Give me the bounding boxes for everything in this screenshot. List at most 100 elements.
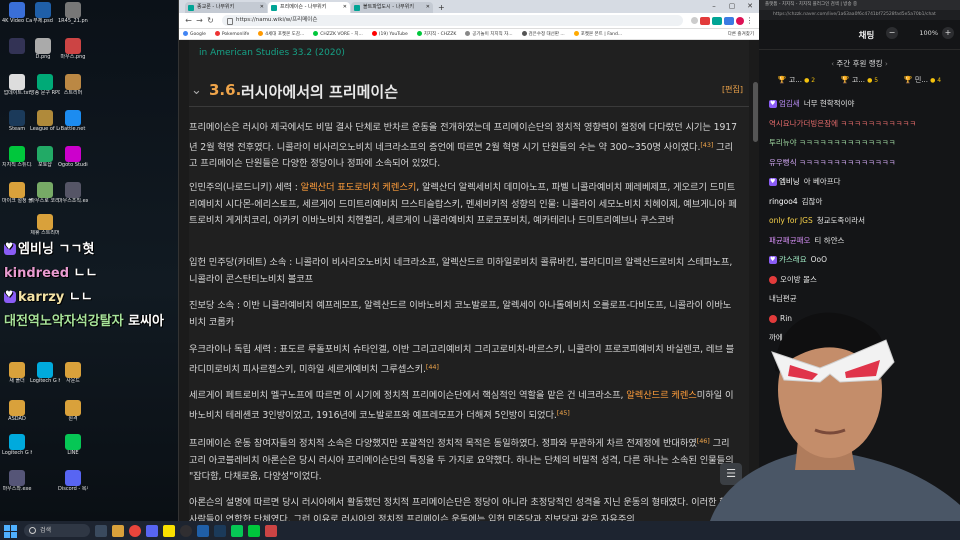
desktop-icon[interactable]: 마우스.png bbox=[58, 38, 88, 60]
chzzk-icon[interactable] bbox=[248, 524, 260, 537]
bookmark-item[interactable]: 공기놀이 치지직 자... bbox=[465, 31, 512, 37]
star-icon[interactable] bbox=[691, 17, 698, 24]
section-number[interactable]: 3.6. bbox=[209, 81, 241, 99]
back-arrow-icon[interactable]: ← bbox=[183, 16, 194, 25]
desktop-icon[interactable]: 새 폴더 bbox=[2, 362, 32, 384]
desktop-icon[interactable]: Discord - 복사본 bbox=[58, 470, 88, 492]
explorer-icon[interactable] bbox=[112, 524, 124, 537]
desktop-icon[interactable]: 마우스로 코리 bbox=[30, 182, 60, 204]
chat-nickname[interactable]: 엄김새 bbox=[779, 99, 800, 108]
bookmark-item[interactable]: 검은수정 대선판 ... bbox=[522, 31, 565, 37]
minimize-icon[interactable]: – bbox=[705, 0, 723, 13]
desktop-icon[interactable]: 제휴 스트리머 bbox=[30, 214, 60, 236]
chevron-left-icon[interactable]: ‹ bbox=[831, 60, 834, 68]
desktop-icon[interactable]: 무제.psd bbox=[28, 2, 58, 24]
desktop-icon[interactable]: 스트리머 bbox=[58, 74, 88, 96]
profile-icon[interactable] bbox=[736, 16, 744, 25]
ranking-entry[interactable]: 🏆 민... ● 4 bbox=[904, 75, 941, 85]
desktop-icon[interactable]: Battle.net bbox=[58, 110, 88, 132]
person-link[interactable]: 알렉산더 표도로비치 케렌스키 bbox=[301, 182, 417, 193]
desktop-icon[interactable]: 사운드 bbox=[58, 362, 88, 384]
extension-icon[interactable] bbox=[700, 16, 710, 25]
desktop-icon[interactable]: ASDAD bbox=[2, 400, 32, 422]
windows-start-icon[interactable] bbox=[4, 524, 18, 538]
desktop-icon[interactable]: 1R45_21.png bbox=[58, 2, 88, 24]
chat-browser-tab[interactable]: 플랫폼 - 치지직 - 치지직 플러그인 검색 | 방송 중 bbox=[759, 0, 960, 10]
close-tab-icon[interactable]: ✕ bbox=[343, 2, 347, 13]
taskbar-search-input[interactable]: 검색 bbox=[24, 524, 90, 537]
extension-icon[interactable] bbox=[724, 16, 734, 25]
desktop-icon[interactable]: 마우스좌.exe bbox=[2, 470, 32, 492]
desktop-icon[interactable]: 마우스조직.exe bbox=[58, 182, 88, 204]
url-field[interactable]: https://namu.wiki/w/프리메이슨 bbox=[222, 15, 683, 26]
desktop-icon[interactable]: Logitech G HUB bbox=[30, 362, 60, 384]
app-icon[interactable] bbox=[265, 524, 277, 537]
ranking-entry[interactable]: 🏆 고... ● 2 bbox=[778, 75, 815, 85]
taskview-icon[interactable] bbox=[95, 524, 107, 537]
new-tab-button[interactable]: + bbox=[434, 2, 449, 13]
line-icon[interactable] bbox=[231, 524, 243, 537]
chat-nickname[interactable]: 캬스래요 bbox=[779, 255, 807, 264]
discord-icon[interactable] bbox=[146, 524, 158, 537]
desktop-icon[interactable]: Logitech G HUB bbox=[2, 434, 32, 456]
text: 인민주의(나로드니키) 세력 : bbox=[189, 182, 301, 193]
other-bookmarks-folder[interactable]: 다른 즐겨찾기 bbox=[728, 31, 754, 37]
footnote-link[interactable]: [44] bbox=[426, 363, 439, 371]
collapse-chevron-icon[interactable]: ⌄ bbox=[191, 83, 202, 98]
edit-link[interactable]: [편집] bbox=[722, 84, 743, 95]
desktop-icon[interactable]: D.png bbox=[28, 38, 58, 60]
reload-icon[interactable]: ↻ bbox=[205, 16, 216, 25]
desktop-icon[interactable]: Steam bbox=[2, 110, 32, 132]
ranking-entry[interactable]: 🏆 고... ● 5 bbox=[841, 75, 878, 85]
desktop-icon[interactable]: LINE bbox=[58, 434, 88, 456]
browser-tab-active[interactable]: 프리메이슨 - 나무위키 ✕ bbox=[268, 2, 350, 13]
desktop-icon[interactable]: Ogoto Studio bbox=[58, 146, 88, 168]
chat-nickname[interactable]: 엠비닝 bbox=[779, 177, 800, 186]
close-tab-icon[interactable]: ✕ bbox=[426, 2, 430, 13]
bookmark-item[interactable]: (19) YouTube bbox=[372, 31, 408, 37]
wiki-page: in American Studies 33.2 (2020) ⌄ 3.6. 러… bbox=[179, 40, 760, 521]
obs-icon[interactable] bbox=[180, 524, 192, 537]
desktop-icon[interactable]: 원격 bbox=[58, 400, 88, 422]
desktop-icon[interactable]: League of Legends bbox=[30, 110, 60, 132]
footnote-link[interactable]: [45] bbox=[557, 409, 570, 417]
desktop-icon[interactable]: 마이크 설정 폴더 bbox=[2, 182, 32, 204]
chat-nickname[interactable]: 패균패균패오 bbox=[769, 236, 810, 245]
steam-icon[interactable] bbox=[214, 524, 226, 537]
desktop-icon-label: 사운드 bbox=[66, 378, 80, 384]
page-scrollbar[interactable] bbox=[753, 82, 758, 142]
kakaotalk-icon[interactable] bbox=[163, 524, 175, 537]
donation-ranking-header[interactable]: ‹ 주간 후원 랭킹 › bbox=[759, 58, 960, 69]
chevron-right-icon[interactable]: › bbox=[885, 60, 888, 68]
zoom-out-button[interactable]: − bbox=[886, 27, 898, 39]
bookmark-item[interactable]: CHZZK VORE - 치... bbox=[313, 31, 363, 37]
chat-url-field[interactable]: https://chzzk.naver.com/live/1a63aa0f6c4… bbox=[759, 10, 960, 20]
bookmark-item[interactable]: 포켓몬 폰트 | Fand... bbox=[574, 31, 622, 37]
bookmark-item[interactable]: Pokemonlife bbox=[215, 31, 249, 37]
bookmark-item[interactable]: 4세대 포켓몬 도감... bbox=[258, 31, 304, 37]
overlay-chat-line: 엠비닝 ㄱㄱ혓 bbox=[4, 238, 176, 262]
chat-nickname[interactable]: only for JGS bbox=[769, 216, 813, 225]
chat-nickname[interactable]: ringoo4 bbox=[769, 197, 798, 206]
taskbar: 검색 bbox=[0, 521, 960, 540]
browser-tab[interactable]: 볼트파업도시 - 나무위키 ✕ bbox=[351, 2, 433, 13]
browser-tab[interactable]: 종교론 - 나무위키 ✕ bbox=[185, 2, 267, 13]
close-tab-icon[interactable]: ✕ bbox=[260, 2, 264, 13]
chrome-icon[interactable] bbox=[129, 524, 141, 537]
footnote-link[interactable]: [43] bbox=[700, 141, 713, 149]
desktop-icon[interactable]: 포토샵 bbox=[30, 146, 60, 168]
forward-arrow-icon[interactable]: → bbox=[194, 16, 205, 25]
desktop-icon[interactable]: 업데이트.txt bbox=[2, 74, 32, 96]
bookmark-item[interactable]: Google bbox=[183, 31, 206, 37]
close-window-icon[interactable]: ✕ bbox=[741, 0, 759, 13]
text: 프리메이슨은 러시아 제국에서도 비밀 결사 단체로 반차르 운동을 전개하였는… bbox=[189, 122, 737, 153]
desktop-icon[interactable]: 방송 문구 RPD bbox=[30, 74, 60, 96]
menu-kebab-icon[interactable]: ⋮ bbox=[744, 16, 755, 25]
extension-icon[interactable] bbox=[712, 16, 722, 25]
desktop-icon[interactable]: 치지직 스튜디오 bbox=[2, 146, 32, 168]
zoom-in-button[interactable]: + bbox=[942, 27, 954, 39]
maximize-icon[interactable]: ▢ bbox=[723, 0, 741, 13]
bookmark-item[interactable]: 치지직 - CHZZK bbox=[417, 31, 457, 37]
ranking-name: 고... bbox=[788, 76, 805, 84]
photoshop-icon[interactable] bbox=[197, 524, 209, 537]
